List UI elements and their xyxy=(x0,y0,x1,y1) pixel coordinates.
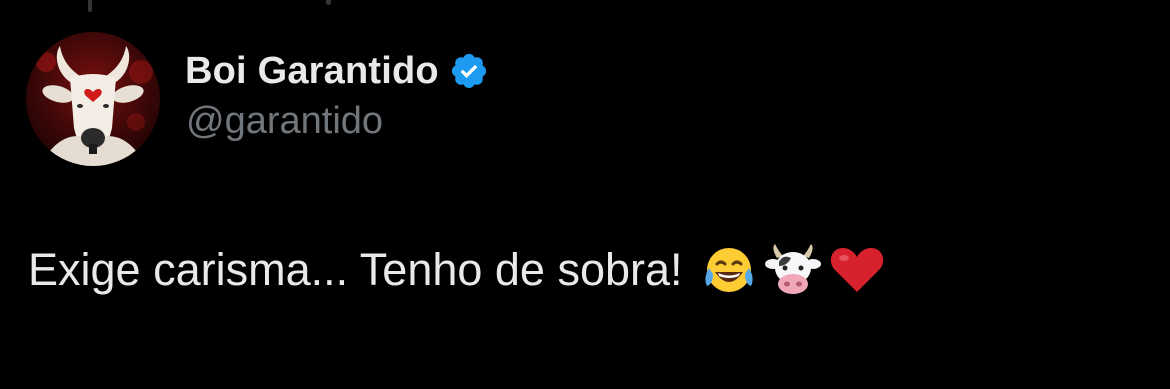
verified-badge-icon[interactable] xyxy=(449,51,489,91)
bull-avatar-image xyxy=(26,32,160,166)
tweet-body: Exige carisma... Tenho de sobra! xyxy=(28,240,887,300)
thread-connector-mark xyxy=(326,0,331,5)
display-name[interactable]: Boi Garantido xyxy=(185,50,439,93)
author-name-row[interactable]: Boi Garantido xyxy=(185,46,489,96)
tweet-text: Exige carisma... Tenho de sobra! xyxy=(28,244,683,295)
red-heart-icon xyxy=(827,240,887,300)
avatar[interactable] xyxy=(26,32,160,166)
author-handle[interactable]: @garantido xyxy=(186,100,383,143)
cow-face-icon xyxy=(763,240,823,300)
thread-connector-line xyxy=(88,0,92,12)
face-with-tears-of-joy-icon xyxy=(699,240,759,300)
